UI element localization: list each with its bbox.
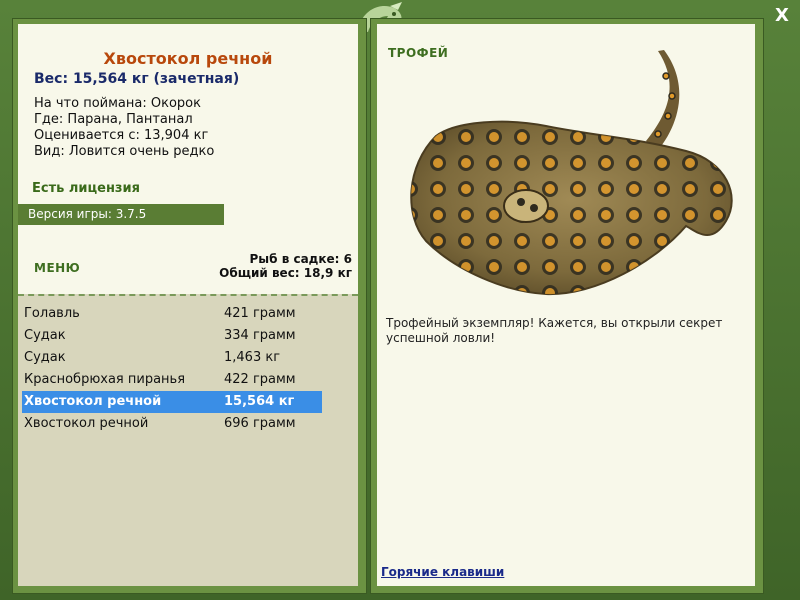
rarity-text: Вид: Ловится очень редко (34, 144, 215, 159)
fish-weight: Вес: 15,564 кг (зачетная) (34, 71, 240, 87)
keepnet-summary: Рыб в садке: 6 Общий вес: 18,9 кг (219, 252, 352, 280)
catch-list-item[interactable]: Голавль 421 грамм (22, 303, 322, 325)
dashed-divider (18, 294, 358, 296)
keepnet-total-weight: Общий вес: 18,9 кг (219, 266, 352, 280)
stingray-image (410, 50, 733, 296)
catch-list-item[interactable]: Судак 1,463 кг (22, 347, 322, 369)
catch-list-item[interactable]: Судак 334 грамм (22, 325, 322, 347)
catch-list: Голавль 421 грамм Судак 334 грамм Судак … (22, 303, 322, 435)
game-version-bar: Версия игры: 3.7.5 (18, 204, 224, 225)
caught-on-text: На что поймана: Окорок (34, 96, 201, 111)
trophy-description: Трофейный экземпляр! Кажется, вы открыли… (386, 316, 723, 345)
fish-name-title: Хвостокол речной (103, 49, 273, 68)
fish-info-section: Хвостокол речной Вес: 15,564 кг (зачетна… (18, 24, 358, 294)
location-text: Где: Парана, Пантанал (34, 112, 193, 127)
license-status: Есть лицензия (32, 181, 140, 196)
valued-from-text: Оценивается с: 13,904 кг (34, 128, 209, 143)
catch-list-item[interactable]: Краснобрюхая пиранья 422 грамм (22, 369, 322, 391)
catch-list-item[interactable]: Хвостокол речной 696 грамм (22, 413, 322, 435)
left-panel: Хвостокол речной Вес: 15,564 кг (зачетна… (18, 24, 358, 586)
catch-list-item-selected[interactable]: Хвостокол речной 15,564 кг (22, 391, 322, 413)
close-button[interactable]: X (772, 4, 792, 28)
keepnet-count: Рыб в садке: 6 (249, 252, 353, 266)
menu-button[interactable]: МЕНЮ (34, 261, 80, 275)
hotkeys-link[interactable]: Горячие клавиши (381, 565, 504, 579)
